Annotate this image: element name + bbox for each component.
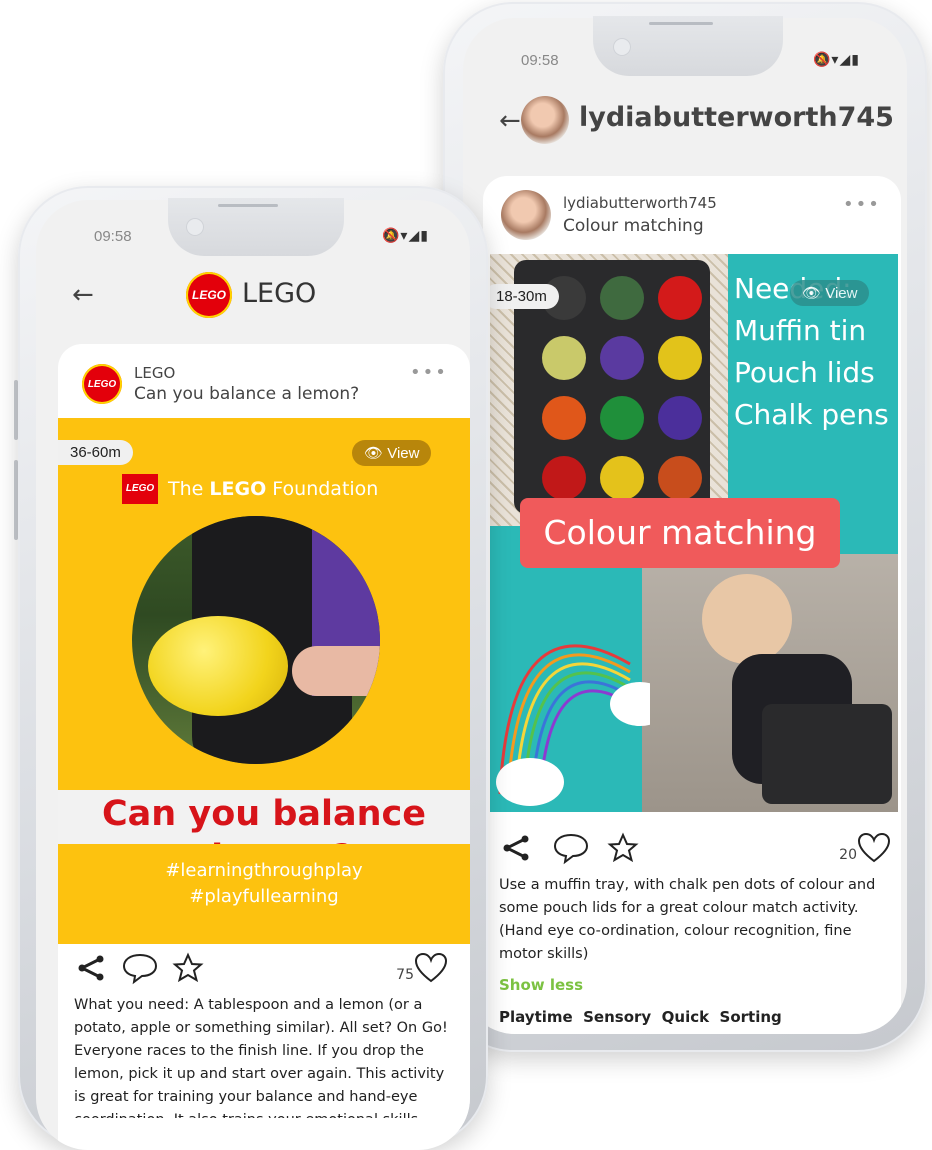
show-less-link[interactable]: Show less <box>499 976 583 994</box>
hashtag-playfullearning[interactable]: #playfullearning <box>58 884 470 910</box>
post-description: Use a muffin tray, with chalk pen dots o… <box>499 877 876 962</box>
right-phone-screen: 09:58 🔕▾◢▮ ← lydiabutterworth745 lydiabu… <box>463 18 907 1034</box>
view-button[interactable]: 👁 View <box>352 440 432 466</box>
post-author-avatar[interactable] <box>501 190 551 240</box>
star-icon[interactable] <box>172 952 204 984</box>
like-count: 20 <box>839 847 857 863</box>
share-icon[interactable] <box>501 833 531 863</box>
share-icon[interactable] <box>76 953 106 983</box>
like-count: 75 <box>396 967 414 983</box>
left-phone-notch <box>168 198 344 256</box>
right-phone-notch <box>593 16 783 76</box>
post-actions: 20 <box>501 828 891 868</box>
lego-foundation-logo: LEGO The LEGO Foundation <box>122 474 378 504</box>
post-author[interactable]: lydiabutterworth745 <box>563 194 717 212</box>
view-label: View <box>825 285 858 302</box>
post-actions: 75 <box>76 948 448 988</box>
toddler-photo <box>642 554 898 812</box>
headline-line1: Can you balance <box>101 794 427 834</box>
view-label: View <box>387 445 420 462</box>
post-card: lydiabutterworth745 Colour matching ••• <box>483 176 901 1034</box>
post-title: Colour matching <box>563 216 704 236</box>
status-time: 09:58 <box>521 52 559 69</box>
left-phone-screen: 09:58 🔕▾◢▮ ← LEGO LEGO LEGO LEGO Can you… <box>36 200 470 1150</box>
comment-icon[interactable] <box>551 831 591 865</box>
lego-logo[interactable]: LEGO <box>186 272 232 318</box>
post-author-avatar[interactable]: LEGO <box>82 364 122 404</box>
age-badge: 36-60m <box>58 440 133 465</box>
eye-icon: 👁 <box>802 285 826 302</box>
foundation-lego-mark: LEGO <box>122 474 158 504</box>
rainbow-drawing <box>496 644 650 806</box>
post-description: What you need: A tablespoon and a lemon … <box>74 997 448 1118</box>
needed-item: Chalk pens <box>734 398 889 431</box>
colour-matching-banner: Colour matching <box>520 498 840 568</box>
left-phone: 09:58 🔕▾◢▮ ← LEGO LEGO LEGO LEGO Can you… <box>18 186 488 1150</box>
lemon-photo <box>132 516 380 764</box>
status-time: 09:58 <box>94 228 132 245</box>
profile-avatar[interactable] <box>521 96 569 144</box>
back-arrow-icon[interactable]: ← <box>499 106 521 136</box>
right-phone: 09:58 🔕▾◢▮ ← lydiabutterworth745 lydiabu… <box>443 2 927 1052</box>
more-options-icon[interactable]: ••• <box>843 194 881 215</box>
status-icons: 🔕▾◢▮ <box>813 52 860 68</box>
post-tags: Playtime Sensory Quick Sorting <box>499 1008 782 1026</box>
profile-header: ← LEGO LEGO <box>36 262 470 332</box>
comment-icon[interactable] <box>120 951 160 985</box>
profile-header: ← lydiabutterworth745 <box>463 88 907 168</box>
post-author[interactable]: LEGO <box>134 364 175 382</box>
profile-title: LEGO <box>242 278 317 309</box>
status-icons: 🔕▾◢▮ <box>382 228 429 244</box>
post-title: Can you balance a lemon? <box>134 384 360 404</box>
more-options-icon[interactable]: ••• <box>410 362 448 383</box>
heart-icon[interactable] <box>414 952 448 984</box>
star-icon[interactable] <box>607 832 639 864</box>
hashtags: #learningthroughplay #playfullearning <box>58 844 470 938</box>
needed-item: Muffin tin <box>734 314 867 347</box>
view-button[interactable]: 👁 View <box>790 280 870 306</box>
needed-item: Pouch lids <box>734 356 875 389</box>
foundation-text: The LEGO Foundation <box>168 478 379 500</box>
age-badge: 18-30m <box>490 284 559 309</box>
eye-icon: 👁 <box>364 445 388 462</box>
heart-icon[interactable] <box>857 832 891 864</box>
profile-username: lydiabutterworth745 <box>579 102 894 133</box>
post-image[interactable]: Needed: Muffin tin Pouch lids Chalk pens <box>490 254 898 812</box>
back-arrow-icon[interactable]: ← <box>72 280 94 310</box>
post-card: LEGO LEGO Can you balance a lemon? ••• 3… <box>58 344 470 1150</box>
hashtag-learningthroughplay[interactable]: #learningthroughplay <box>58 858 470 884</box>
